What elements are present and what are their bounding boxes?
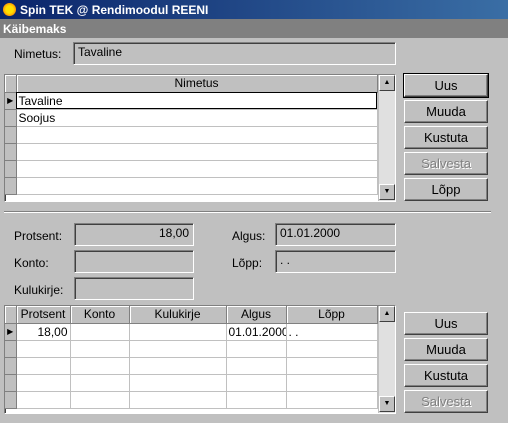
table-row[interactable] [5,160,378,178]
table-cell[interactable] [16,357,71,375]
algus-label: Algus: [232,229,266,243]
table-cell[interactable] [16,177,378,195]
table-cell[interactable] [286,391,378,409]
table-cell[interactable] [129,340,227,358]
scroll-up-icon[interactable]: ▲ [379,75,395,91]
table-cell[interactable] [16,143,378,161]
salvesta-button[interactable]: Salvesta [404,152,488,175]
form-title: Käibemaks [3,21,67,36]
vertical-scrollbar[interactable]: ▲ ▼ [378,75,395,201]
period-salvesta-button[interactable]: Salvesta [404,390,488,413]
lopp-label: Lõpp: [232,256,263,270]
table-cell[interactable] [16,374,71,392]
column-header-konto[interactable]: Konto [70,306,130,324]
row-indicator [5,160,17,178]
table-cell[interactable] [226,357,287,375]
row-indicator [5,126,17,144]
kulukirje-label: Kulukirje: [14,283,64,297]
table-row[interactable] [5,143,378,161]
table-cell[interactable] [129,374,227,392]
form-title-bar: Käibemaks [0,19,508,38]
table-row[interactable] [5,374,378,392]
row-indicator [5,340,17,358]
table-cell[interactable] [286,340,378,358]
table-cell[interactable] [70,357,130,375]
nimetus-label: Nimetus: [14,47,62,61]
table-cell[interactable] [129,323,227,341]
table-cell[interactable] [226,374,287,392]
table-cell[interactable] [226,391,287,409]
current-row-icon: ▶ [5,92,17,110]
konto-label: Konto: [14,256,49,270]
table-cell[interactable] [16,126,378,144]
table-row[interactable] [5,357,378,375]
grid-indicator-header [5,306,17,324]
table-row[interactable] [5,340,378,358]
column-header-protsent[interactable]: Protsent [16,306,71,324]
table-row[interactable] [5,126,378,144]
table-cell[interactable] [16,160,378,178]
window-title: Spin TEK @ Rendimoodul REENI [20,2,209,17]
uus-button[interactable]: Uus [403,73,489,98]
scroll-up-icon[interactable]: ▲ [379,306,395,322]
window-titlebar[interactable]: Spin TEK @ Rendimoodul REENI [0,0,508,19]
table-cell[interactable]: Soojus [16,109,378,127]
table-cell[interactable] [129,391,227,409]
scroll-down-icon[interactable]: ▼ [379,396,395,412]
row-indicator [5,357,17,375]
table-cell[interactable] [16,340,71,358]
table-cell[interactable] [70,340,130,358]
column-header-kulukirje[interactable]: Kulukirje [129,306,227,324]
column-header-lopp[interactable]: Lõpp [286,306,378,324]
muuda-button[interactable]: Muuda [404,100,488,123]
table-cell[interactable] [70,374,130,392]
row-indicator [5,374,17,392]
protsent-field[interactable]: 18,00 [74,223,194,246]
table-cell[interactable] [129,357,227,375]
table-row[interactable]: Soojus [5,109,378,127]
nimetus-grid[interactable]: Nimetus ▶ Tavaline Soojus ▲ ▼ [4,74,396,202]
table-cell[interactable] [226,340,287,358]
table-cell[interactable]: 18,00 [16,323,71,341]
table-cell[interactable] [70,391,130,409]
current-row-icon: ▶ [5,323,17,341]
table-cell[interactable]: Tavaline [16,92,378,110]
column-header-algus[interactable]: Algus [226,306,287,324]
row-indicator [5,109,17,127]
row-indicator [5,177,17,195]
row-indicator [5,391,17,409]
period-kustuta-button[interactable]: Kustuta [404,364,488,387]
periods-grid[interactable]: Protsent Konto Kulukirje Algus Lõpp ▶ 18… [4,305,396,414]
table-cell[interactable] [286,357,378,375]
protsent-label: Protsent: [14,229,63,243]
scroll-down-icon[interactable]: ▼ [379,184,395,200]
period-muuda-button[interactable]: Muuda [404,338,488,361]
lopp-field[interactable]: . . [275,250,396,273]
vertical-scrollbar[interactable]: ▲ ▼ [378,306,395,413]
column-header-nimetus[interactable]: Nimetus [16,75,378,93]
lopp-button[interactable]: Lõpp [404,178,488,201]
row-indicator [5,143,17,161]
table-row[interactable]: ▶ Tavaline [5,92,378,110]
table-cell[interactable]: 01.01.2000 [226,323,287,341]
table-row[interactable]: ▶ 18,00 01.01.2000 . . [5,323,378,341]
table-cell[interactable] [16,391,71,409]
sun-icon [3,3,16,16]
table-row[interactable] [5,391,378,409]
table-cell[interactable] [70,323,130,341]
algus-field[interactable]: 01.01.2000 [275,223,396,246]
grid-indicator-header [5,75,17,93]
kustuta-button[interactable]: Kustuta [404,126,488,149]
table-cell[interactable]: . . [286,323,378,341]
table-row[interactable] [5,177,378,195]
nimetus-field[interactable]: Tavaline [73,42,396,65]
section-divider [4,211,491,213]
kulukirje-field[interactable] [74,277,194,300]
konto-field[interactable] [74,250,194,273]
period-uus-button[interactable]: Uus [404,312,488,335]
table-cell[interactable] [286,374,378,392]
